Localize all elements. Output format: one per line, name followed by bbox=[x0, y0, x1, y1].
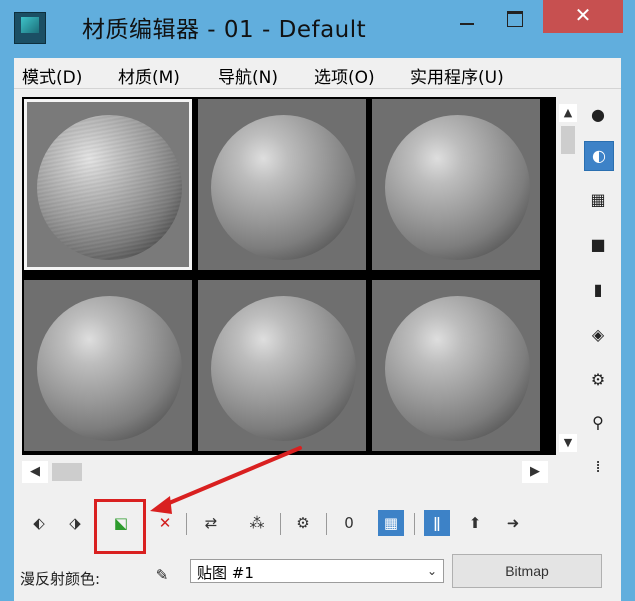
material-id-channel-icon[interactable]: 0 bbox=[336, 510, 362, 536]
slots-vertical-scrollbar[interactable]: ▲ ▼ bbox=[559, 104, 577, 452]
maximize-icon bbox=[507, 11, 523, 27]
title-bar: 材质编辑器 - 01 - Default ✕ bbox=[0, 0, 635, 56]
make-unique-icon[interactable]: ⁂ bbox=[244, 510, 270, 536]
slots-horizontal-scrollbar[interactable]: ◀ ▶ bbox=[22, 459, 556, 485]
go-to-parent-icon[interactable]: ⬆ bbox=[462, 510, 488, 536]
make-preview-icon[interactable]: ◈ bbox=[584, 321, 612, 349]
menu-modes[interactable]: 模式(D) bbox=[22, 63, 82, 88]
sample-slot-5[interactable] bbox=[198, 280, 366, 451]
minimize-button[interactable] bbox=[445, 0, 489, 36]
video-color-check-icon[interactable]: ▮ bbox=[584, 276, 612, 304]
horizontal-scroll-thumb[interactable] bbox=[52, 463, 82, 481]
sample-type-sphere-icon[interactable]: ● bbox=[584, 101, 612, 129]
diffuse-color-label: 漫反射颜色: bbox=[20, 570, 101, 588]
side-toolbar: ● ◐ ▦ ■ ▮ ◈ ⚙ ⚲ ⁞ bbox=[582, 101, 616, 476]
go-forward-to-sibling-icon[interactable]: ➜ bbox=[500, 510, 526, 536]
menu-navigation[interactable]: 导航(N) bbox=[218, 63, 278, 88]
menu-utilities[interactable]: 实用程序(U) bbox=[410, 63, 504, 88]
3dsmax-app-icon bbox=[14, 12, 46, 44]
material-sphere-preview bbox=[385, 296, 530, 441]
put-to-library-icon[interactable]: ⚙ bbox=[290, 510, 316, 536]
scroll-down-button[interactable]: ▼ bbox=[559, 434, 577, 452]
window-title: 材质编辑器 - 01 - Default bbox=[82, 17, 367, 43]
menu-material[interactable]: 材质(M) bbox=[118, 63, 180, 88]
show-shaded-material-icon[interactable]: ▦ bbox=[378, 510, 404, 536]
minimize-icon bbox=[460, 23, 474, 25]
reset-map-icon[interactable]: ✕ bbox=[152, 510, 178, 536]
scroll-up-button[interactable]: ▲ bbox=[559, 104, 577, 122]
sample-slot-2[interactable] bbox=[198, 99, 366, 270]
menu-bar: 模式(D) 材质(M) 导航(N) 选项(O) 实用程序(U) bbox=[14, 58, 621, 89]
scroll-right-button[interactable]: ▶ bbox=[522, 461, 548, 483]
select-by-material-icon[interactable]: ⚲ bbox=[584, 409, 612, 437]
chevron-down-icon[interactable]: ⌄ bbox=[421, 560, 443, 582]
editor-client-area: ▲ ▼ ◀ ▶ ● ◐ ▦ ■ ▮ ◈ ⚙ ⚲ ⁞ ⬖ ⬗ ⬕ ✕ ⇄ ⁂ ⚙ … bbox=[14, 89, 621, 601]
backlight-icon[interactable]: ◐ bbox=[584, 141, 614, 171]
map-name-value: 贴图 #1 bbox=[197, 564, 254, 582]
material-sphere-preview bbox=[211, 296, 356, 441]
material-editor-window: 材质编辑器 - 01 - Default ✕ 模式(D) 材质(M) 导航(N)… bbox=[0, 0, 635, 601]
scroll-left-button[interactable]: ◀ bbox=[22, 461, 48, 483]
map-name-dropdown[interactable]: 贴图 #1 ⌄ bbox=[190, 559, 444, 583]
material-map-navigator-icon[interactable]: ⁞ bbox=[584, 453, 612, 481]
sample-uv-tiling-icon[interactable]: ■ bbox=[584, 231, 612, 259]
options-icon[interactable]: ⚙ bbox=[584, 366, 612, 394]
vertical-scroll-thumb[interactable] bbox=[561, 126, 575, 154]
sample-slot-6[interactable] bbox=[372, 280, 540, 451]
menu-options[interactable]: 选项(O) bbox=[314, 63, 375, 88]
eyedropper-icon[interactable]: ✎ bbox=[150, 563, 174, 587]
show-end-result-icon[interactable]: ǁ bbox=[424, 510, 450, 536]
sample-slot-4[interactable] bbox=[24, 280, 192, 451]
maximize-button[interactable] bbox=[494, 0, 538, 36]
material-sphere-preview bbox=[385, 115, 530, 260]
material-sphere-preview bbox=[37, 115, 182, 260]
annotation-highlight-box bbox=[94, 499, 146, 554]
sample-slots-grid bbox=[22, 97, 556, 455]
sample-slot-1[interactable] bbox=[24, 99, 192, 270]
put-material-to-scene-icon[interactable]: ⬗ bbox=[62, 510, 88, 536]
make-material-copy-icon[interactable]: ⇄ bbox=[198, 510, 224, 536]
background-checker-icon[interactable]: ▦ bbox=[584, 186, 612, 214]
material-sphere-preview bbox=[211, 115, 356, 260]
map-type-button[interactable]: Bitmap bbox=[452, 554, 602, 588]
close-button[interactable]: ✕ bbox=[543, 0, 623, 33]
sample-slot-3[interactable] bbox=[372, 99, 540, 270]
material-sphere-preview bbox=[37, 296, 182, 441]
get-material-icon[interactable]: ⬖ bbox=[26, 510, 52, 536]
